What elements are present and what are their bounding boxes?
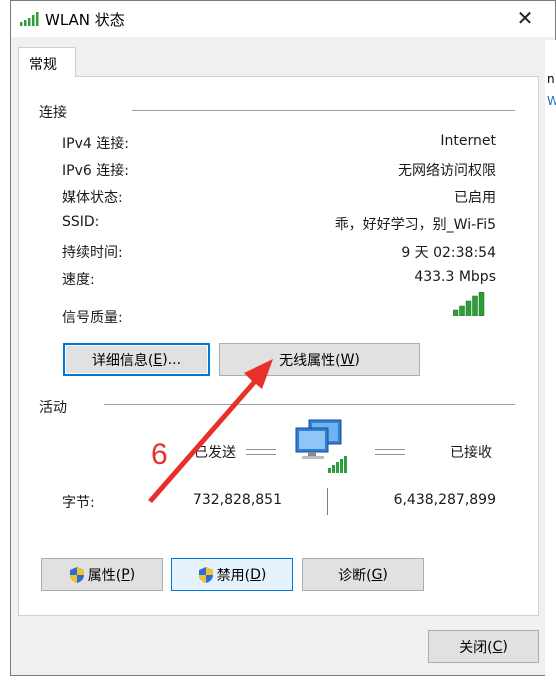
diagnose-button-key: G	[371, 566, 383, 583]
background-window-edge	[545, 40, 556, 682]
speed-value: 433.3 Mbps	[414, 269, 496, 285]
activity-heading: 活动	[39, 400, 67, 416]
ipv6-label: IPv6 连接:	[62, 163, 129, 179]
media-state-value: 已启用	[454, 190, 496, 206]
disable-button-text: 禁用(	[216, 567, 251, 584]
disable-button-suffix: )	[260, 566, 267, 583]
bytes-label: 字节:	[62, 495, 95, 511]
close-window-icon[interactable]: ✕	[510, 4, 540, 32]
properties-button[interactable]: 属性(P)	[41, 558, 163, 591]
annotation-arrow	[148, 359, 273, 503]
shield-icon	[198, 566, 213, 583]
diagnose-button[interactable]: 诊断(G)	[302, 558, 424, 591]
tab-general-label: 常规	[29, 57, 57, 73]
duration-value: 9 天 02:38:54	[401, 245, 496, 261]
properties-button-text: 属性(	[87, 567, 122, 584]
ipv6-value: 无网络访问权限	[398, 163, 496, 179]
ipv4-label: IPv4 连接:	[62, 136, 129, 152]
wireless-button-suffix: )	[354, 351, 360, 368]
diagnose-button-text: 诊断(	[338, 567, 372, 584]
close-button-key: C	[492, 638, 503, 655]
connection-divider	[132, 110, 515, 111]
signal-strength-icon	[453, 292, 485, 316]
signal-quality-label: 信号质量:	[62, 310, 123, 326]
close-button-suffix: )	[502, 638, 508, 655]
properties-button-key: P	[121, 566, 130, 583]
received-label: 已接收	[450, 445, 492, 461]
bytes-separator	[327, 488, 328, 515]
received-activity-line	[375, 449, 405, 455]
diagnose-button-suffix: )	[382, 566, 388, 583]
network-computers-icon	[295, 419, 347, 473]
ssid-value: 乖，好好学习，别_Wi-Fi5	[334, 217, 496, 233]
bytes-received-value: 6,438,287,899	[393, 492, 496, 508]
window-title: WLAN 状态	[45, 11, 125, 29]
connection-heading: 连接	[39, 105, 67, 121]
disable-button[interactable]: 禁用(D)	[171, 558, 293, 591]
disable-button-key: D	[250, 566, 261, 583]
wireless-button-text: 无线属性(	[279, 352, 341, 369]
media-state-label: 媒体状态:	[62, 190, 123, 206]
ssid-label: SSID:	[62, 214, 100, 230]
duration-label: 持续时间:	[62, 245, 123, 261]
background-text-1: n	[547, 72, 555, 86]
close-button-text: 关闭(	[459, 639, 493, 656]
annotation-number: 6	[151, 438, 168, 471]
wireless-button-key: W	[340, 351, 355, 368]
wifi-signal-icon	[20, 12, 39, 26]
close-button[interactable]: 关闭(C)	[428, 630, 539, 663]
speed-label: 速度:	[62, 272, 95, 288]
properties-button-suffix: )	[129, 566, 136, 583]
shield-icon	[69, 566, 84, 583]
ipv4-value: Internet	[440, 133, 496, 149]
background-text-2: W	[547, 94, 556, 108]
